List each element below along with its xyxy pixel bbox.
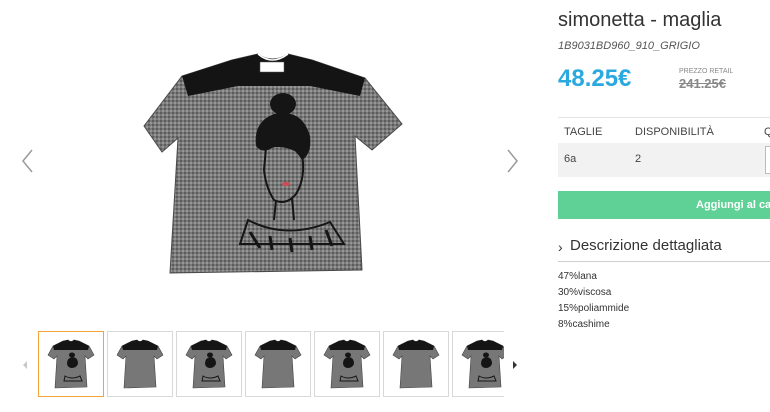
thumbnail-6[interactable] <box>383 331 449 397</box>
thumbnail-5[interactable] <box>314 331 380 397</box>
description-toggle[interactable]: › Descrizione dettagliata <box>558 237 770 262</box>
chevron-right-icon[interactable] <box>502 146 522 176</box>
composition-line: 15%poliammide <box>558 303 630 314</box>
thumbnail-strip <box>38 331 504 399</box>
retail-price-label: PREZZO RETAIL <box>679 68 734 75</box>
composition-line: 8%cashime <box>558 319 610 330</box>
quantity-input[interactable] <box>765 146 770 174</box>
product-sku: 1B9031BD960_910_GRIGIO <box>558 40 700 52</box>
thumbnail-3[interactable] <box>176 331 242 397</box>
shirt-thumbnail-image <box>323 339 371 389</box>
thumbnail-1[interactable] <box>38 331 104 397</box>
size-table: TAGLIE DISPONIBILITÀ Q 6a 2 <box>558 117 770 178</box>
shirt-thumbnail-image <box>47 339 95 389</box>
product-price: 48.25€ <box>558 65 632 92</box>
size-cell: 6a <box>564 153 577 165</box>
shirt-thumbnail-image <box>116 339 164 389</box>
availability-cell: 2 <box>635 153 642 165</box>
shirt-thumbnail-image <box>461 339 504 389</box>
product-info: simonetta - maglia 1B9031BD960_910_GRIGI… <box>558 0 770 412</box>
table-row: 6a 2 <box>558 143 770 177</box>
product-gallery <box>0 0 545 412</box>
thumbnail-4[interactable] <box>245 331 311 397</box>
shirt-thumbnail-image <box>254 339 302 389</box>
retail-price: 241.25€ <box>679 76 726 91</box>
chevron-right-icon: › <box>558 239 563 255</box>
shirt-thumbnail-image <box>185 339 233 389</box>
thumb-prev-icon[interactable] <box>20 358 30 372</box>
header-quantity: Q <box>764 126 770 138</box>
thumbnail-2[interactable] <box>107 331 173 397</box>
description-header: Descrizione dettagliata <box>570 237 722 254</box>
composition-line: 30%viscosa <box>558 287 612 298</box>
thumbnail-7[interactable] <box>452 331 504 397</box>
thumbnail-carousel <box>16 331 536 399</box>
add-to-cart-button[interactable]: Aggiungi al carrello <box>558 191 770 219</box>
header-disponibilita: DISPONIBILITÀ <box>635 126 714 138</box>
product-main-image <box>140 48 405 283</box>
shirt-thumbnail-image <box>392 339 440 389</box>
chevron-left-icon[interactable] <box>18 146 38 176</box>
composition-line: 47%lana <box>558 271 597 282</box>
thumb-next-icon[interactable] <box>510 358 520 372</box>
add-to-cart-label: Aggiungi al carrello <box>696 199 770 211</box>
product-title: simonetta - maglia <box>558 9 722 31</box>
header-taglie: TAGLIE <box>564 126 603 138</box>
